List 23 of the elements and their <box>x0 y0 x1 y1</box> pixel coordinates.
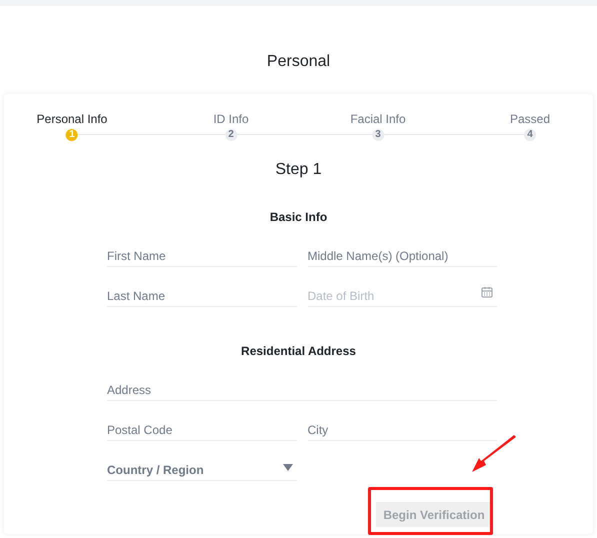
step-title: Step 1 <box>274 160 323 180</box>
country-select[interactable]: Country / Region <box>107 460 297 480</box>
section-heading: Residential Address <box>240 343 357 360</box>
step-number: 1 <box>66 129 78 141</box>
step-label: Passed <box>510 111 550 128</box>
input-field[interactable]: City <box>308 420 497 440</box>
section-heading: Basic Info <box>268 209 328 226</box>
input-field[interactable]: Address <box>107 380 497 400</box>
input-field[interactable]: Middle Name(s) (Optional) <box>308 246 497 266</box>
dropdown-caret-icon <box>283 464 293 471</box>
step-number: 4 <box>524 129 536 141</box>
step-label: ID Info <box>213 111 249 128</box>
arrow <box>470 434 518 474</box>
input-field[interactable]: Postal Code <box>107 420 296 440</box>
input-field[interactable]: Last Name <box>107 286 296 306</box>
date-field[interactable]: Date of Birth <box>308 286 497 306</box>
page-title: Personal <box>266 52 332 72</box>
step-label: Personal Info <box>36 111 108 128</box>
calendar-icon <box>481 286 493 298</box>
input-field[interactable]: First Name <box>107 246 296 266</box>
step-label: Facial Info <box>350 111 406 128</box>
step-number: 3 <box>372 129 384 141</box>
step-number: 2 <box>225 129 237 141</box>
